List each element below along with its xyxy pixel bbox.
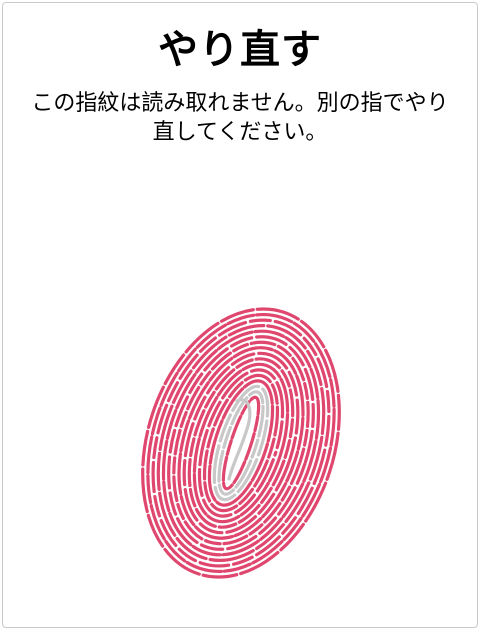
- fingerprint-icon: [141, 307, 341, 579]
- dialog-message: この指紋は読み取れません。別の指でやり直してください。: [31, 91, 449, 145]
- dialog-title: やり直す: [158, 27, 322, 73]
- touch-id-retry-dialog: やり直す この指紋は読み取れません。別の指でやり直してください。: [2, 2, 478, 628]
